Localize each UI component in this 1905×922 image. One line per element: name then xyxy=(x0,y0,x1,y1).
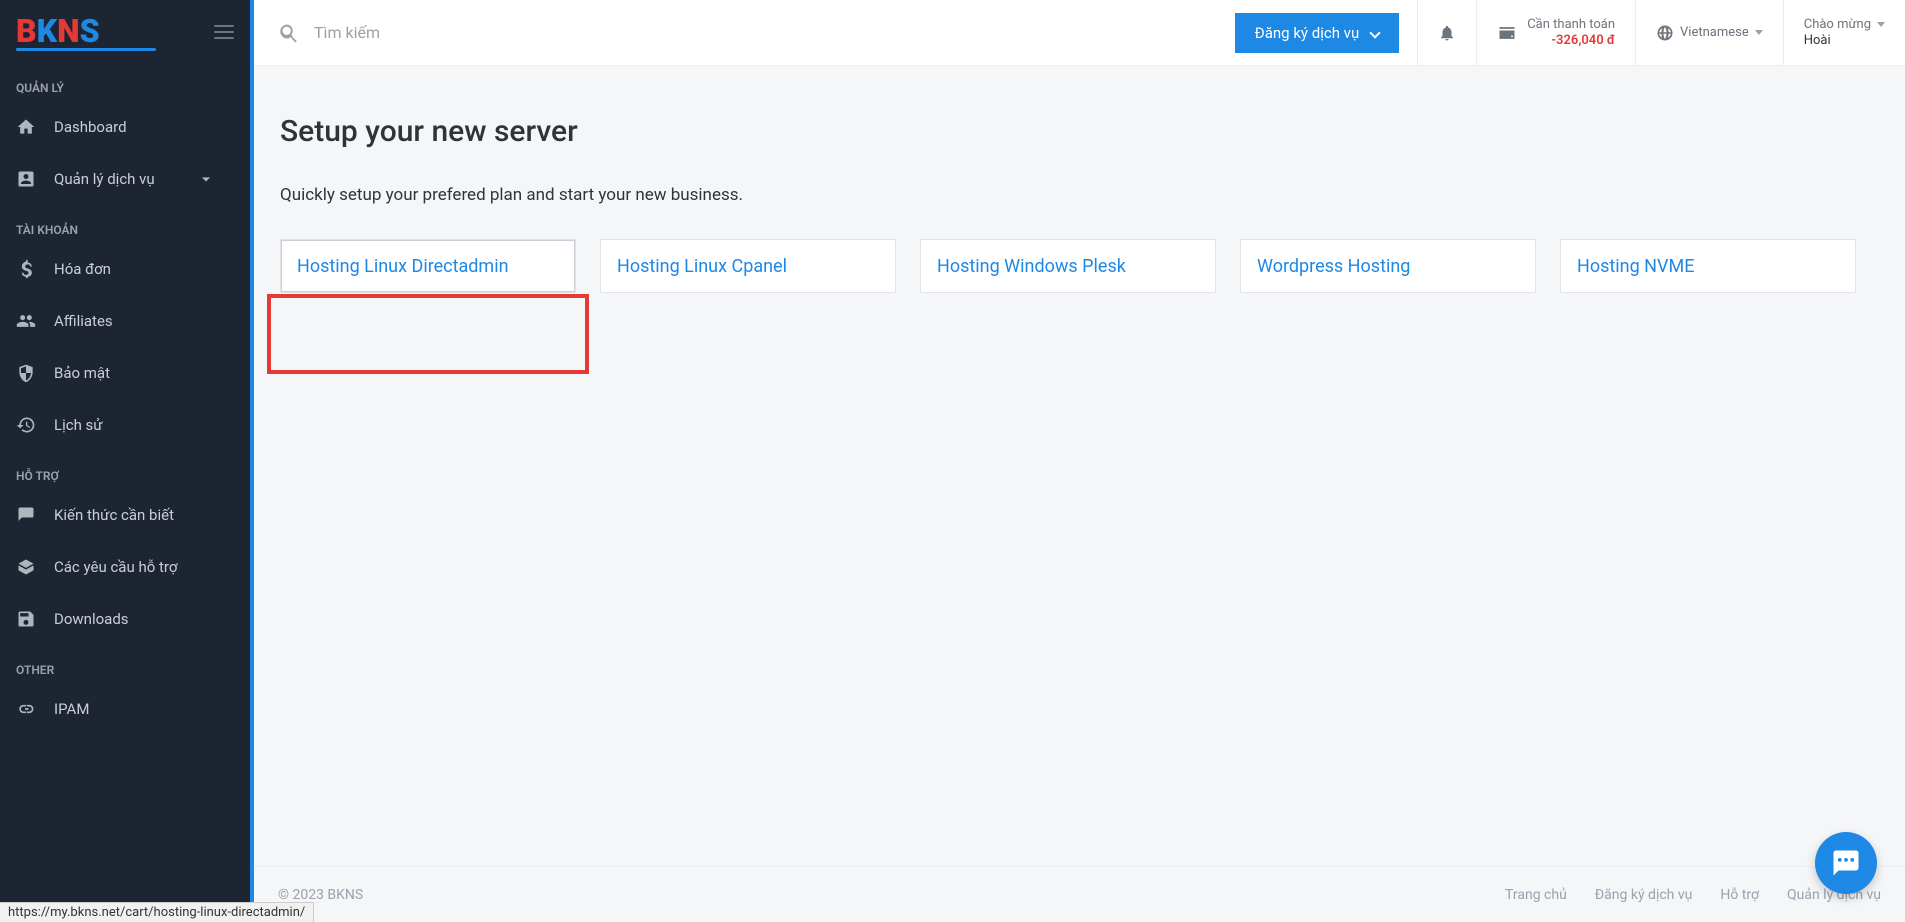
home-icon xyxy=(16,117,36,137)
sidebar-item-label: Downloads xyxy=(54,610,129,628)
search-wrap xyxy=(254,22,1235,44)
sidebar-section-support: HỖ TRỢ xyxy=(0,451,250,489)
chat-icon xyxy=(1831,848,1861,878)
language-selector[interactable]: Vietnamese xyxy=(1636,0,1783,66)
language-label: Vietnamese xyxy=(1680,25,1749,40)
account-box-icon xyxy=(16,169,36,189)
balance-label: Cần thanh toán xyxy=(1527,17,1615,33)
footer-link-home[interactable]: Trang chủ xyxy=(1505,887,1567,903)
highlight-box xyxy=(267,294,589,374)
sidebar-item-label: Affiliates xyxy=(54,312,113,330)
register-service-button[interactable]: Đăng ký dịch vụ xyxy=(1235,13,1400,53)
chat-widget-button[interactable] xyxy=(1815,832,1877,894)
link-icon xyxy=(16,699,36,719)
plan-tile-plesk[interactable]: Hosting Windows Plesk xyxy=(920,239,1216,293)
username-label: Hoài xyxy=(1804,33,1831,49)
sidebar-item-label: Bảo mật xyxy=(54,364,110,382)
sidebar-item-label: Quản lý dịch vụ xyxy=(54,170,155,188)
sidebar-item-security[interactable]: Bảo mật xyxy=(0,347,250,399)
people-icon xyxy=(16,311,36,331)
sidebar-item-label: Kiến thức cần biết xyxy=(54,506,174,524)
topbar: Đăng ký dịch vụ Cần thanh toán -326,040 … xyxy=(254,0,1905,66)
sidebar-section-account: TÀI KHOẢN xyxy=(0,205,250,243)
sidebar-item-requests[interactable]: Các yêu cầu hỗ trợ xyxy=(0,541,250,593)
search-input[interactable] xyxy=(314,23,814,42)
chevron-down-icon xyxy=(196,169,216,189)
plan-tile-cpanel[interactable]: Hosting Linux Cpanel xyxy=(600,239,896,293)
footer-link-register[interactable]: Đăng ký dịch vụ xyxy=(1595,887,1693,903)
history-icon xyxy=(16,415,36,435)
save-icon xyxy=(16,609,36,629)
sidebar-item-label: IPAM xyxy=(54,700,89,718)
notifications-button[interactable] xyxy=(1418,0,1476,66)
sidebar: BKNS QUẢN LÝ Dashboard Quản lý dịch vụ T… xyxy=(0,0,250,922)
plan-tile-nvme[interactable]: Hosting NVME xyxy=(1560,239,1856,293)
menu-toggle-icon[interactable] xyxy=(214,25,234,39)
globe-icon xyxy=(1656,24,1674,42)
caret-down-icon xyxy=(1877,22,1885,27)
sidebar-item-label: Các yêu cầu hỗ trợ xyxy=(54,558,177,576)
sidebar-item-invoice[interactable]: Hóa đơn xyxy=(0,243,250,295)
box-icon xyxy=(16,557,36,577)
content: Setup your new server Quickly setup your… xyxy=(254,66,1905,922)
sidebar-item-history[interactable]: Lịch sử xyxy=(0,399,250,451)
status-bar-url: https://my.bkns.net/cart/hosting-linux-d… xyxy=(0,902,314,922)
sidebar-item-services[interactable]: Quản lý dịch vụ xyxy=(0,153,250,205)
plan-tile-wordpress[interactable]: Wordpress Hosting xyxy=(1240,239,1536,293)
search-icon xyxy=(278,22,300,44)
dollar-icon xyxy=(16,259,36,279)
user-menu[interactable]: Chào mừng Hoài xyxy=(1784,0,1905,66)
greeting-label: Chào mừng xyxy=(1804,17,1871,33)
sidebar-item-label: Lịch sử xyxy=(54,416,103,434)
sidebar-item-label: Dashboard xyxy=(54,118,127,136)
footer-link-support[interactable]: Hỗ trợ xyxy=(1720,887,1759,903)
wallet-icon xyxy=(1497,23,1517,43)
sidebar-section-manage: QUẢN LÝ xyxy=(0,63,250,101)
sidebar-item-label: Hóa đơn xyxy=(54,260,111,278)
register-label: Đăng ký dịch vụ xyxy=(1255,24,1360,42)
sidebar-section-other: OTHER xyxy=(0,645,250,683)
sidebar-item-affiliates[interactable]: Affiliates xyxy=(0,295,250,347)
tile-grid: Hosting Linux Directadmin Hosting Linux … xyxy=(280,239,1879,293)
plan-tile-directadmin[interactable]: Hosting Linux Directadmin xyxy=(280,239,576,293)
footer: © 2023 BKNS Trang chủ Đăng ký dịch vụ Hỗ… xyxy=(254,866,1905,922)
brand-logo[interactable]: BKNS xyxy=(16,12,156,51)
sidebar-item-knowledge[interactable]: Kiến thức cần biết xyxy=(0,489,250,541)
sidebar-item-ipam[interactable]: IPAM xyxy=(0,683,250,735)
footer-copyright: © 2023 BKNS xyxy=(278,887,363,903)
logo-bar: BKNS xyxy=(0,0,250,63)
chevron-down-icon xyxy=(1370,27,1381,38)
main-area: Đăng ký dịch vụ Cần thanh toán -326,040 … xyxy=(254,0,1905,922)
page-subtitle: Quickly setup your prefered plan and sta… xyxy=(280,185,1879,205)
sidebar-item-downloads[interactable]: Downloads xyxy=(0,593,250,645)
note-icon xyxy=(16,505,36,525)
balance-button[interactable]: Cần thanh toán -326,040 đ xyxy=(1477,0,1635,66)
bell-icon xyxy=(1438,24,1456,42)
balance-value: -326,040 đ xyxy=(1527,33,1615,49)
sidebar-item-dashboard[interactable]: Dashboard xyxy=(0,101,250,153)
shield-icon xyxy=(16,363,36,383)
caret-down-icon xyxy=(1755,30,1763,35)
page-title: Setup your new server xyxy=(280,114,1879,149)
